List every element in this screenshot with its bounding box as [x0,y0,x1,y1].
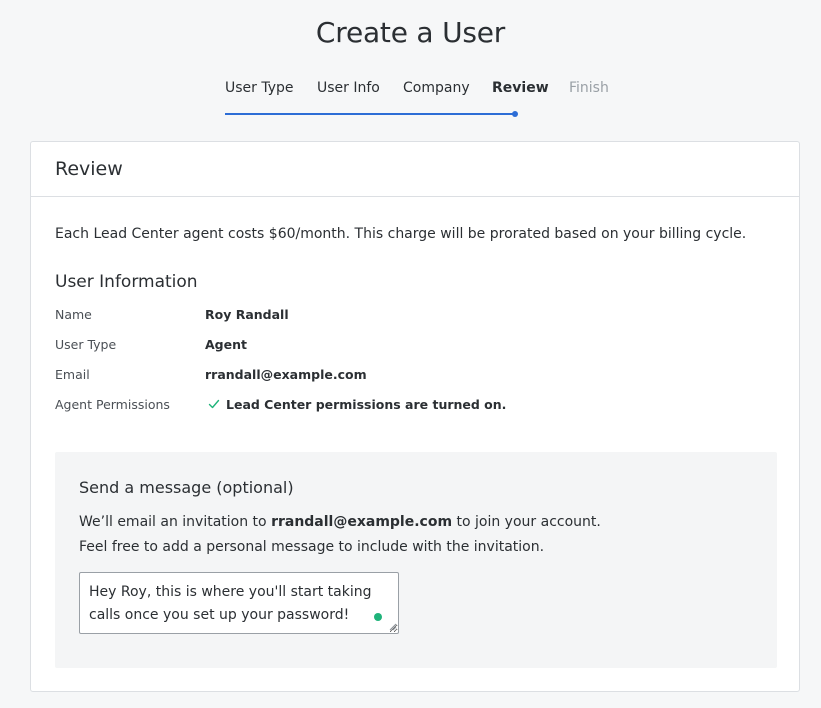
create-user-page: Create a User User Type User Info Compan… [0,0,821,708]
info-row-email: Email rrandall@example.com [55,367,755,387]
review-card: Review Each Lead Center agent costs $60/… [30,141,800,692]
message-invitation-suffix: to join your account. [452,514,601,530]
info-row-name: Name Roy Randall [55,307,755,327]
info-label-name: Name [55,307,92,322]
message-panel: Send a message (optional) We’ll email an… [55,452,777,668]
info-label-user-type: User Type [55,337,117,352]
step-user-info[interactable]: User Info [317,80,380,96]
info-value-name: Roy Randall [205,307,289,322]
message-title: Send a message (optional) [79,478,294,497]
grammar-status-icon[interactable] [374,613,382,621]
stepper: User Type User Info Company Review Finis… [0,80,821,120]
review-card-header: Review [31,142,799,197]
cost-note: Each Lead Center agent costs $60/month. … [55,226,747,242]
info-label-email: Email [55,367,90,382]
personal-message-input[interactable] [79,572,399,634]
message-invitation-text: We’ll email an invitation to rrandall@ex… [79,514,601,530]
info-value-agent-permissions: Lead Center permissions are turned on. [205,397,506,412]
step-review[interactable]: Review [492,80,549,96]
info-row-user-type: User Type Agent [55,337,755,357]
step-user-type[interactable]: User Type [225,80,294,96]
info-row-agent-permissions: Agent Permissions Lead Center permission… [55,397,755,417]
info-label-agent-permissions: Agent Permissions [55,397,170,412]
check-icon [208,399,220,409]
step-finish: Finish [569,80,609,96]
stepper-progress-line [225,113,516,115]
message-invitation-prefix: We’ll email an invitation to [79,514,272,530]
message-help-text: Feel free to add a personal message to i… [79,539,545,555]
info-value-user-type: Agent [205,337,247,352]
user-info-title: User Information [55,272,198,292]
agent-permissions-text: Lead Center permissions are turned on. [226,397,507,412]
step-company[interactable]: Company [403,80,470,96]
info-value-email: rrandall@example.com [205,367,367,382]
resize-grip-icon[interactable] [389,623,397,631]
page-title: Create a User [315,16,506,49]
stepper-current-dot [512,111,518,117]
message-invitation-email: rrandall@example.com [271,514,453,530]
